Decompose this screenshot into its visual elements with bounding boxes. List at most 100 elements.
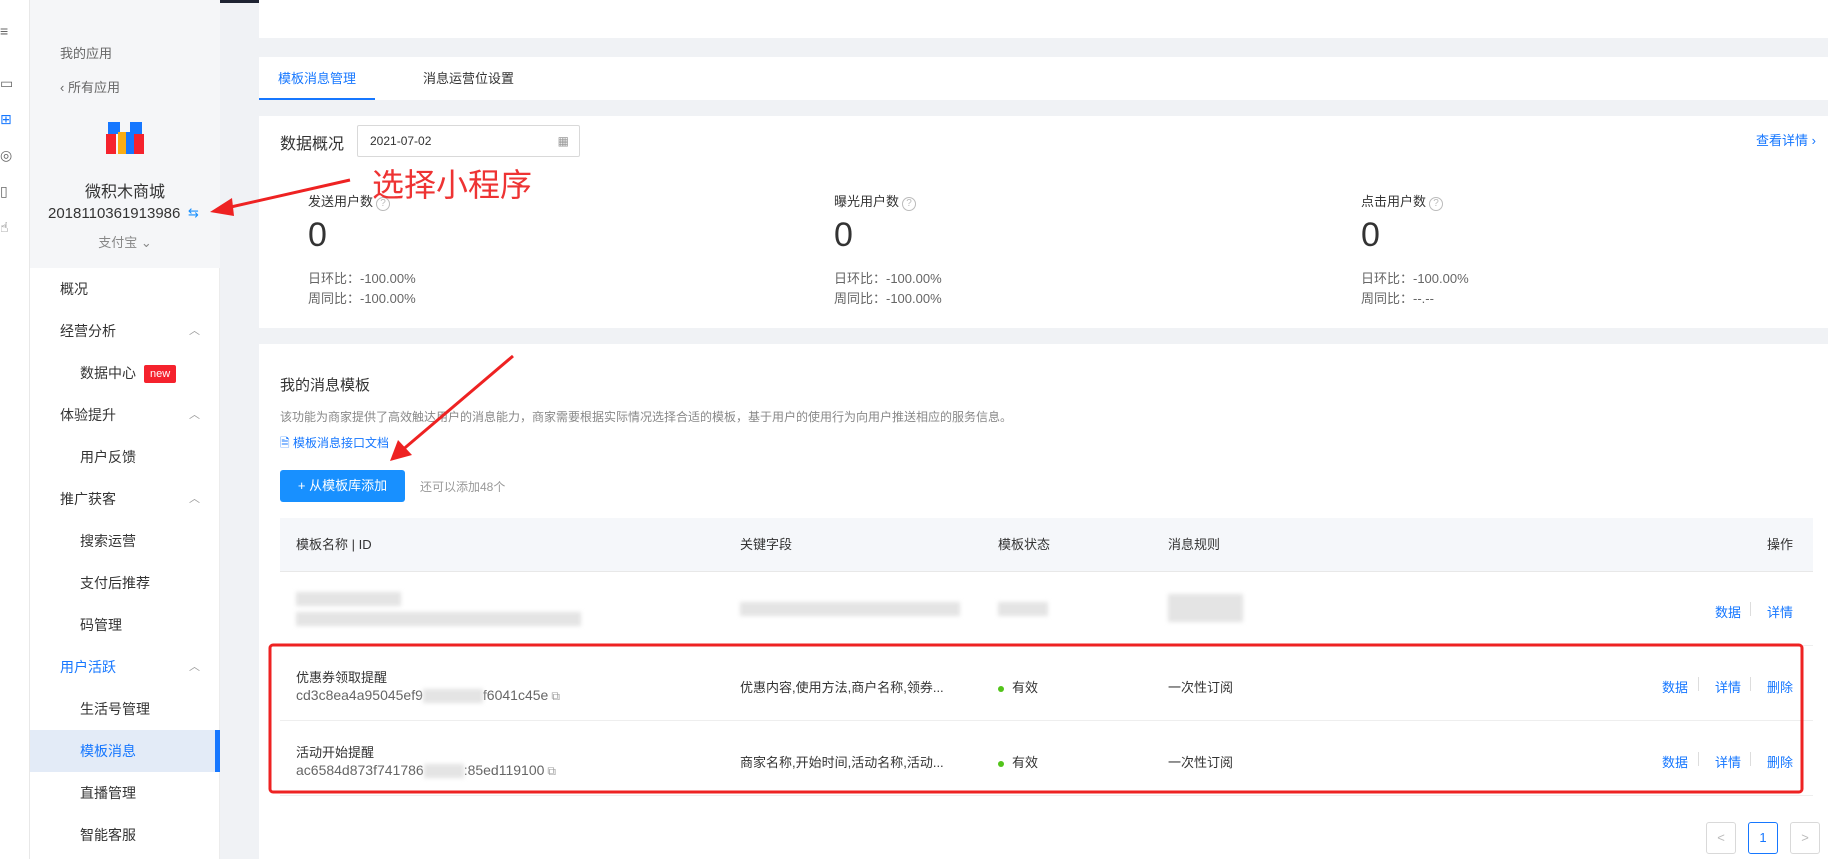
table-row: 优惠券领取提醒 cd3c8ea4a95045ef9 f6041c45e ⧉ 优惠内容… (280, 647, 1813, 721)
status-label: 有效 (1012, 680, 1039, 695)
status: 有效 (998, 752, 1038, 771)
redacted-rule (1168, 594, 1243, 622)
metric-value: 0 (308, 216, 327, 254)
thumb-up-icon[interactable]: ☝ (0, 220, 14, 234)
sidebar-item-label: 经营分析 (60, 323, 116, 339)
sidebar-item-label: 用户反馈 (80, 449, 136, 465)
sidebar-item-label: 概况 (60, 281, 88, 297)
add-from-library-button[interactable]: + 从模板库添加 (280, 470, 405, 502)
template-id-tail: :85ed119100 (463, 762, 545, 778)
chevron-left-icon: ‹ (60, 80, 65, 95)
metric-day-ratio: 日环比：-100.00% (1361, 271, 1469, 286)
search-analytics-icon[interactable]: ◎ (0, 148, 14, 162)
sidebar-item-smart-service[interactable]: 智能客服 (30, 814, 220, 856)
all-apps-link[interactable]: ‹ 所有应用 (60, 77, 120, 96)
divider (1750, 602, 1751, 616)
data-link[interactable]: 数据 (1715, 602, 1741, 621)
device-icon[interactable]: ▯ (0, 184, 14, 198)
help-icon[interactable]: ? (1429, 197, 1444, 211)
calendar-icon: ▦ (557, 134, 569, 148)
redacted-id-part (422, 689, 483, 704)
table-row: 数据 详情 (280, 572, 1813, 646)
view-details-label: 查看详情 (1756, 133, 1809, 148)
message-rule: 一次性订阅 (1168, 680, 1234, 695)
divider (1750, 752, 1751, 766)
sidebar-item-live[interactable]: 直播管理 (30, 772, 220, 814)
platform-label: 支付宝 (98, 235, 138, 250)
sidebar-item-label: 推广获客 (60, 491, 116, 507)
next-page-button[interactable]: > (1790, 822, 1820, 854)
metric-day-ratio: 日环比：-100.00% (834, 271, 942, 286)
template-id-tail: f6041c45e (482, 687, 549, 703)
redacted-id-part (423, 764, 464, 779)
view-details-link[interactable]: 查看详情 › (1756, 130, 1816, 149)
all-apps-label: 所有应用 (67, 80, 120, 95)
chevron-right-icon: › (1811, 133, 1816, 148)
sidebar-item-data-center[interactable]: 数据中心 new (30, 352, 220, 394)
template-name: 优惠券领取提醒 (296, 670, 388, 685)
sidebar-group-user-active[interactable]: 用户活跃 ︿ (30, 646, 220, 688)
sidebar-item-user-feedback[interactable]: 用户反馈 (30, 436, 220, 478)
template-id: ac6584d873f741786 :85ed119100 ⧉ (296, 762, 556, 779)
data-overview-card: 数据概况 2021-07-02 ▦ 查看详情 › 发送用户数? 0 日环比：-1… (259, 116, 1828, 328)
top-card (259, 0, 1828, 38)
help-icon[interactable]: ? (902, 197, 917, 211)
copy-icon[interactable]: ⧉ (547, 764, 556, 778)
detail-link[interactable]: 详情 (1767, 602, 1793, 621)
copy-icon[interactable]: ⧉ (551, 689, 560, 703)
page-1-button[interactable]: 1 (1748, 822, 1778, 854)
data-link[interactable]: 数据 (1662, 752, 1688, 771)
redacted-id (296, 612, 581, 626)
sidebar-item-search-ops[interactable]: 搜索运营 (30, 520, 220, 562)
sidebar-item-label: 智能客服 (80, 827, 136, 843)
document-icon: 🗎 (280, 436, 290, 450)
chevron-up-icon: ︿ (189, 325, 200, 337)
sidebar-group-business-analysis[interactable]: 经营分析 ︿ (30, 310, 220, 352)
monitor-icon[interactable]: ▭ (0, 76, 14, 90)
sidebar-item-label: 搜索运营 (80, 533, 136, 549)
sidebar-item-lifestyle[interactable]: 生活号管理 (30, 688, 220, 730)
key-fields: 优惠内容,使用方法,商户名称,领券... (740, 680, 944, 695)
col-status: 模板状态 (998, 537, 1051, 552)
status-label: 有效 (1012, 755, 1039, 770)
status-dot-icon (998, 685, 1004, 692)
message-templates-card: 我的消息模板 该功能为商家提供了高效触达用户的消息能力，商家需要根据实际情况选择… (259, 344, 1828, 859)
api-doc-label: 模板消息接口文档 (293, 436, 390, 450)
sidebar-item-template-message[interactable]: 模板消息 (30, 730, 220, 772)
platform-select[interactable]: 支付宝 ⌄ (30, 232, 220, 251)
new-badge: new (144, 365, 177, 384)
sidebar-item-code-mgmt[interactable]: 码管理 (30, 604, 220, 646)
delete-link[interactable]: 删除 (1767, 677, 1793, 696)
overview-title: 数据概况 (280, 136, 345, 153)
template-id-head: ac6584d873f741786 (296, 762, 424, 778)
detail-link[interactable]: 详情 (1715, 677, 1741, 696)
templates-title: 我的消息模板 (280, 377, 371, 394)
sidebar-item-post-pay[interactable]: 支付后推荐 (30, 562, 220, 604)
tab-message-slot-settings[interactable]: 消息运营位设置 (423, 57, 514, 100)
tab-template-management[interactable]: 模板消息管理 (259, 57, 375, 100)
icon-rail: ≡ ▭ ⊞ ◎ ▯ ☝ (0, 0, 30, 859)
divider (1698, 677, 1699, 691)
sidebar-group-acquisition[interactable]: 推广获客 ︿ (30, 478, 220, 520)
swap-app-icon[interactable]: ⇆ (188, 205, 199, 221)
metric-label-text: 发送用户数 (308, 194, 374, 209)
redacted-fields (740, 602, 960, 616)
sidebar-group-experience[interactable]: 体验提升 ︿ (30, 394, 220, 436)
detail-link[interactable]: 详情 (1715, 752, 1741, 771)
template-id-head: cd3c8ea4a95045ef9 (296, 687, 423, 703)
annotation-text: 选择小程序 (372, 167, 533, 203)
sidebar-item-overview[interactable]: 概况 (30, 268, 220, 310)
delete-link[interactable]: 删除 (1767, 752, 1793, 771)
col-actions: 操作 (1766, 537, 1793, 552)
metric-label: 点击用户数? (1361, 191, 1444, 211)
apps-icon[interactable]: ⊞ (0, 112, 14, 126)
status: 有效 (998, 677, 1038, 696)
metric-week-ratio: 周同比：--.-- (1361, 291, 1434, 306)
metric-value: 0 (1361, 216, 1380, 254)
api-doc-link[interactable]: 🗎 模板消息接口文档 (280, 434, 389, 455)
date-picker[interactable]: 2021-07-02 ▦ (357, 125, 580, 157)
prev-page-button[interactable]: < (1706, 822, 1736, 854)
chevron-up-icon: ︿ (189, 661, 200, 673)
data-link[interactable]: 数据 (1662, 677, 1688, 696)
menu-icon[interactable]: ≡ (0, 24, 14, 38)
